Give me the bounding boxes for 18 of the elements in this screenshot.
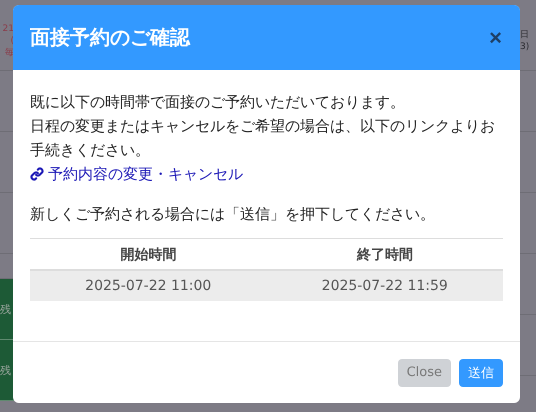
table-cell: 2025-07-22 11:59 [266, 270, 503, 301]
instruction-text: 新しくご予約される場合には「送信」を押下してください。 [30, 204, 436, 225]
date-text: 日 [520, 29, 529, 41]
date-text: 3) [520, 41, 530, 53]
change-cancel-link[interactable]: 予約内容の変更・キャンセル [30, 162, 243, 186]
date-text: ( [10, 35, 14, 47]
calendar-cell: 残 [0, 279, 14, 340]
date-text: 毎 [5, 47, 14, 59]
close-button[interactable]: × [489, 24, 502, 50]
calendar-cell: 残 [0, 340, 14, 401]
submit-button[interactable]: 送信 [459, 358, 503, 386]
close-button[interactable]: Close [398, 358, 451, 386]
table-cell: 2025-07-22 11:00 [30, 270, 266, 301]
message-text: 既に以下の時間帯で面接のご予約いただいております。 [30, 92, 406, 113]
date-text: 21 [2, 23, 14, 35]
link-icon [30, 167, 44, 181]
message-text: 日程の変更またはキャンセルをご希望の場合は、以下のリンクよりお手続きください。 [30, 116, 496, 161]
modal-title: 面接予約のご確認 [30, 24, 190, 51]
